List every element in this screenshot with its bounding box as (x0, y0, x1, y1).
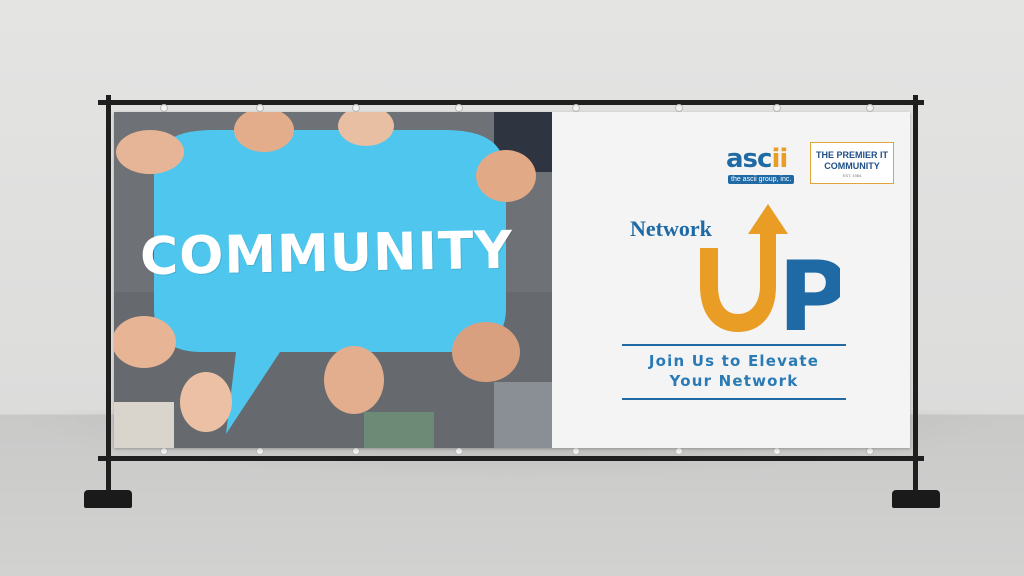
clip (773, 447, 781, 455)
clip (352, 447, 360, 455)
clip (352, 104, 360, 112)
bottom-bar (98, 456, 924, 461)
banner: COMMUNITY ascii the ascii group, inc. TH… (114, 112, 910, 448)
clip (455, 104, 463, 112)
right-post (913, 95, 918, 500)
clip (866, 447, 874, 455)
network-up-graphic: P U (680, 198, 840, 338)
logo-wordmark-accent: ii (771, 144, 788, 174)
logo-wordmark: ascii (726, 144, 788, 174)
badge-line-1: THE PREMIER IT (815, 150, 888, 160)
clip (572, 447, 580, 455)
clip (256, 447, 264, 455)
up-letter-p: P (778, 241, 840, 338)
left-post (106, 95, 111, 500)
divider-top (622, 344, 846, 346)
top-bar (98, 100, 924, 105)
clip (866, 104, 874, 112)
clip (160, 447, 168, 455)
up-letter-u: U (680, 198, 681, 199)
brand-panel: ascii the ascii group, inc. THE PREMIER … (552, 112, 910, 448)
tagline-line-2: Your Network (669, 372, 799, 390)
logo-tagline: the ascii group, inc. (728, 175, 795, 184)
divider-bottom (622, 398, 846, 400)
tagline-line-1: Join Us to Elevate (648, 352, 820, 370)
clip (675, 104, 683, 112)
premier-it-badge: THE PREMIER IT COMMUNITY EST. 1984 (810, 142, 894, 184)
badge-line-2: COMMUNITY (824, 161, 880, 171)
clip (455, 447, 463, 455)
badge-established: EST. 1984 (842, 173, 862, 178)
clip (572, 104, 580, 112)
bubble-text: COMMUNITY (139, 220, 514, 288)
clip (675, 447, 683, 455)
community-photo: COMMUNITY (114, 112, 552, 448)
right-foot (892, 490, 940, 508)
logo-wordmark-main: asc (726, 144, 772, 174)
left-foot (84, 490, 132, 508)
clip (160, 104, 168, 112)
up-arrow-icon (700, 204, 788, 332)
clip (256, 104, 264, 112)
clip (773, 104, 781, 112)
